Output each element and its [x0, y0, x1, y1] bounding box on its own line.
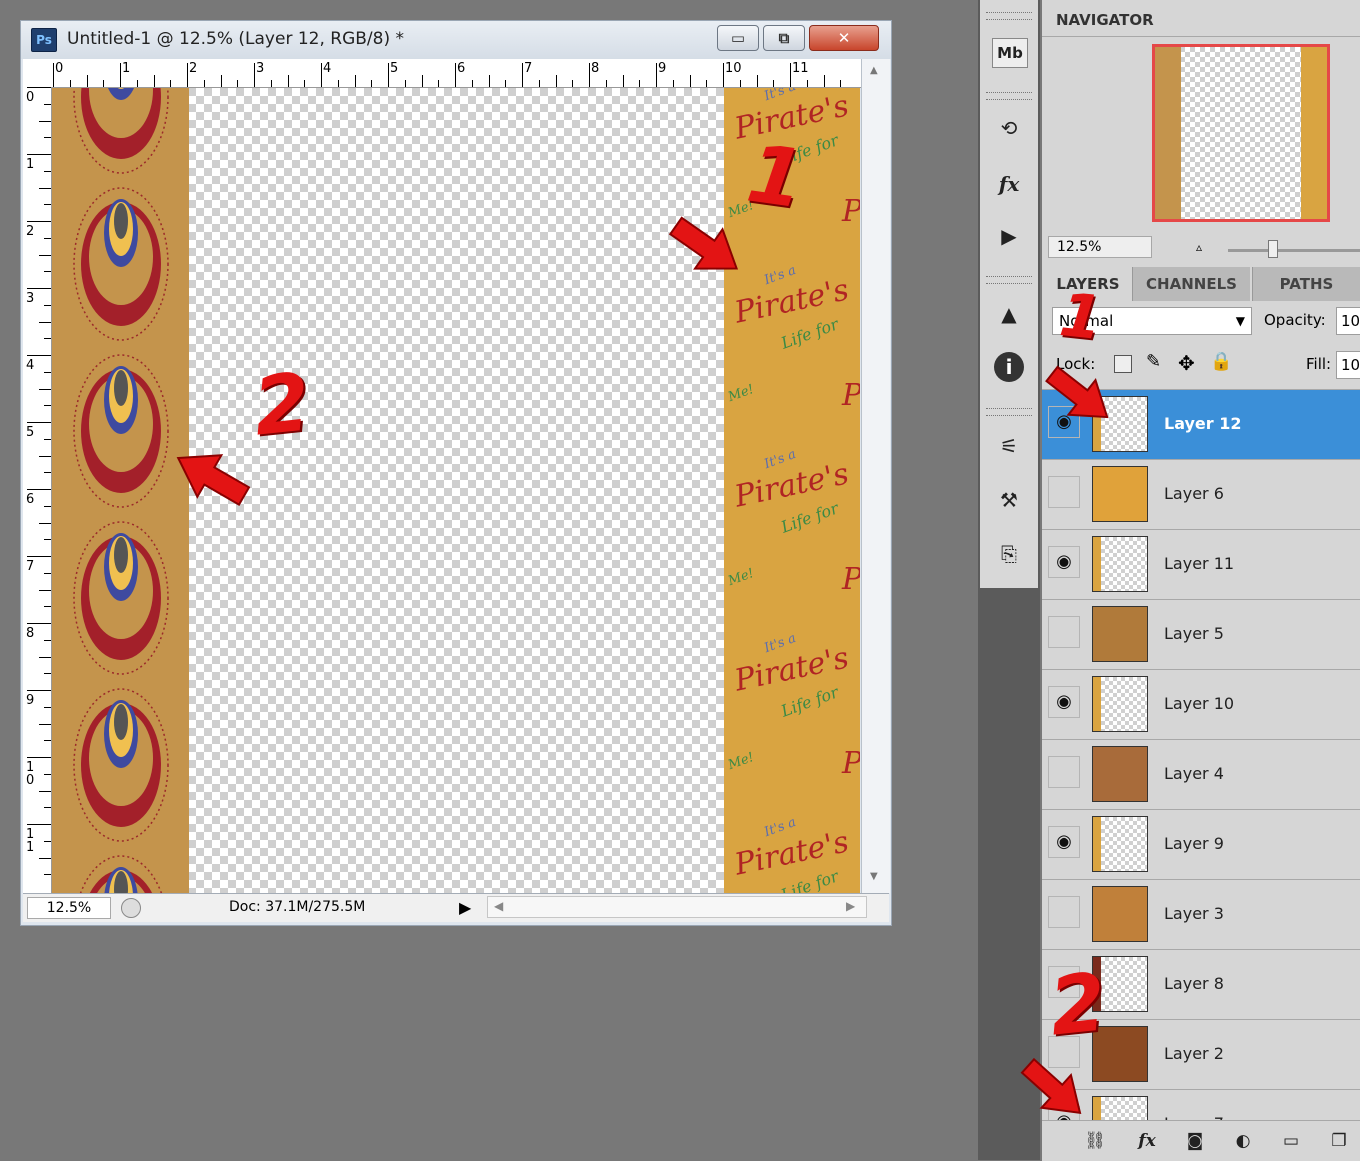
annotation-arrow-panel-2 — [1020, 1057, 1082, 1115]
annotation-arrow-canvas-1 — [668, 216, 739, 270]
annotation-arrow-panel-1 — [1045, 365, 1109, 419]
annotation-arrow-canvas-2 — [176, 454, 251, 507]
annotation-arrows — [176, 216, 1109, 1115]
